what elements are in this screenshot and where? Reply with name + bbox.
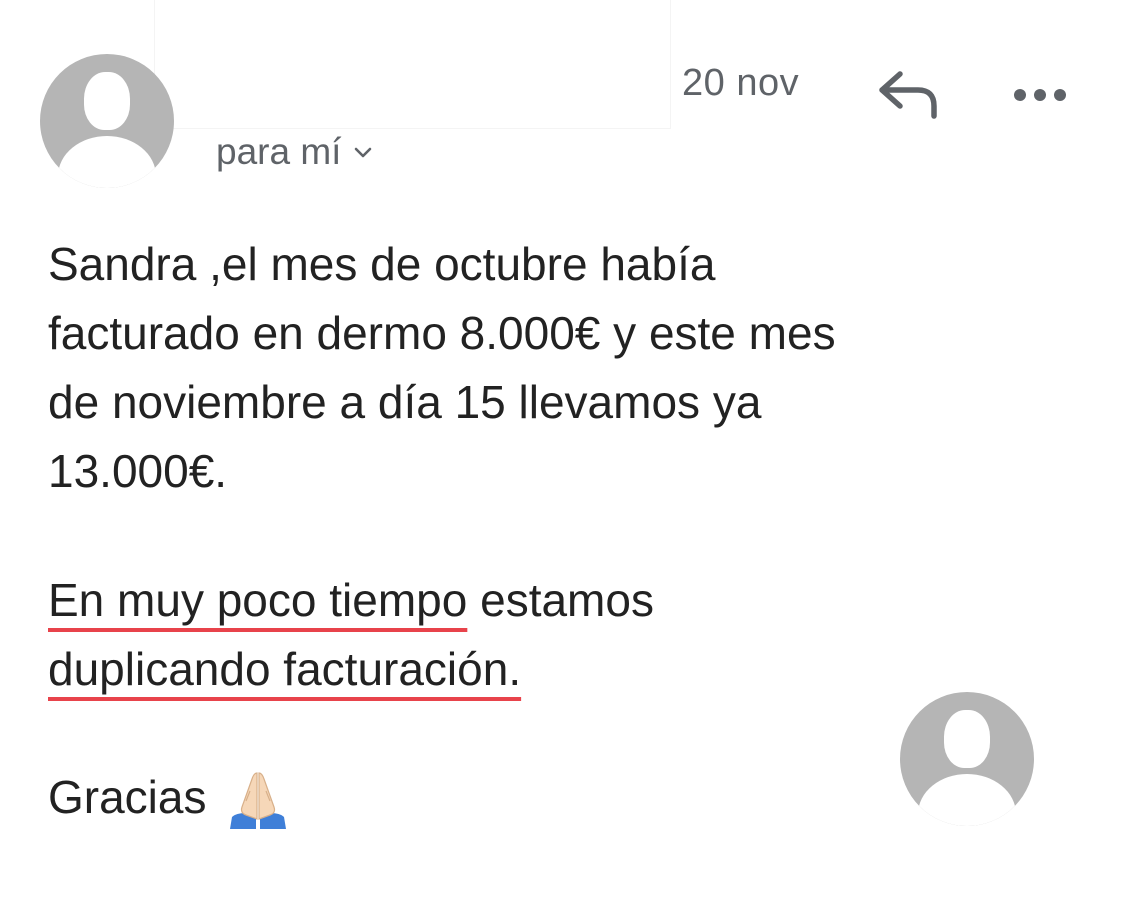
reply-button[interactable] bbox=[876, 68, 940, 120]
body-text-fragment: estamos bbox=[467, 574, 654, 626]
body-line: En muy poco tiempo estamos bbox=[48, 566, 1088, 635]
body-line: duplicando facturación. bbox=[48, 635, 1088, 704]
recipient-details-toggle[interactable]: para mí bbox=[216, 130, 373, 174]
avatar-head bbox=[944, 710, 990, 768]
avatar-shoulders bbox=[918, 774, 1016, 826]
body-line: Sandra ,el mes de octubre había bbox=[48, 238, 716, 290]
chevron-down-icon bbox=[355, 147, 372, 158]
praying-hands-icon bbox=[230, 772, 287, 829]
more-options-button[interactable] bbox=[1008, 76, 1072, 112]
message-paragraph-2: En muy poco tiempo estamos duplicando fa… bbox=[48, 566, 1088, 704]
reply-icon bbox=[879, 71, 937, 119]
body-line: 13.000€. bbox=[48, 445, 228, 497]
body-line: de noviembre a día 15 llevamos ya bbox=[48, 376, 762, 428]
underlined-text: duplicando facturación. bbox=[48, 643, 522, 695]
more-horizontal-icon bbox=[1014, 89, 1066, 101]
avatar-head bbox=[84, 72, 130, 130]
message-date: 20 nov bbox=[682, 62, 800, 104]
recipient-label: para mí bbox=[216, 131, 342, 172]
body-line: facturado en dermo 8.000€ y este mes bbox=[48, 307, 836, 359]
message-paragraph-1: Sandra ,el mes de octubre había facturad… bbox=[48, 230, 1088, 506]
sender-name bbox=[155, 0, 670, 128]
signoff-text: Gracias bbox=[48, 771, 207, 823]
underlined-text: En muy poco tiempo bbox=[48, 574, 468, 626]
contact-avatar[interactable] bbox=[900, 692, 1034, 826]
avatar-shoulders bbox=[58, 136, 156, 188]
sender-avatar[interactable] bbox=[40, 54, 174, 188]
